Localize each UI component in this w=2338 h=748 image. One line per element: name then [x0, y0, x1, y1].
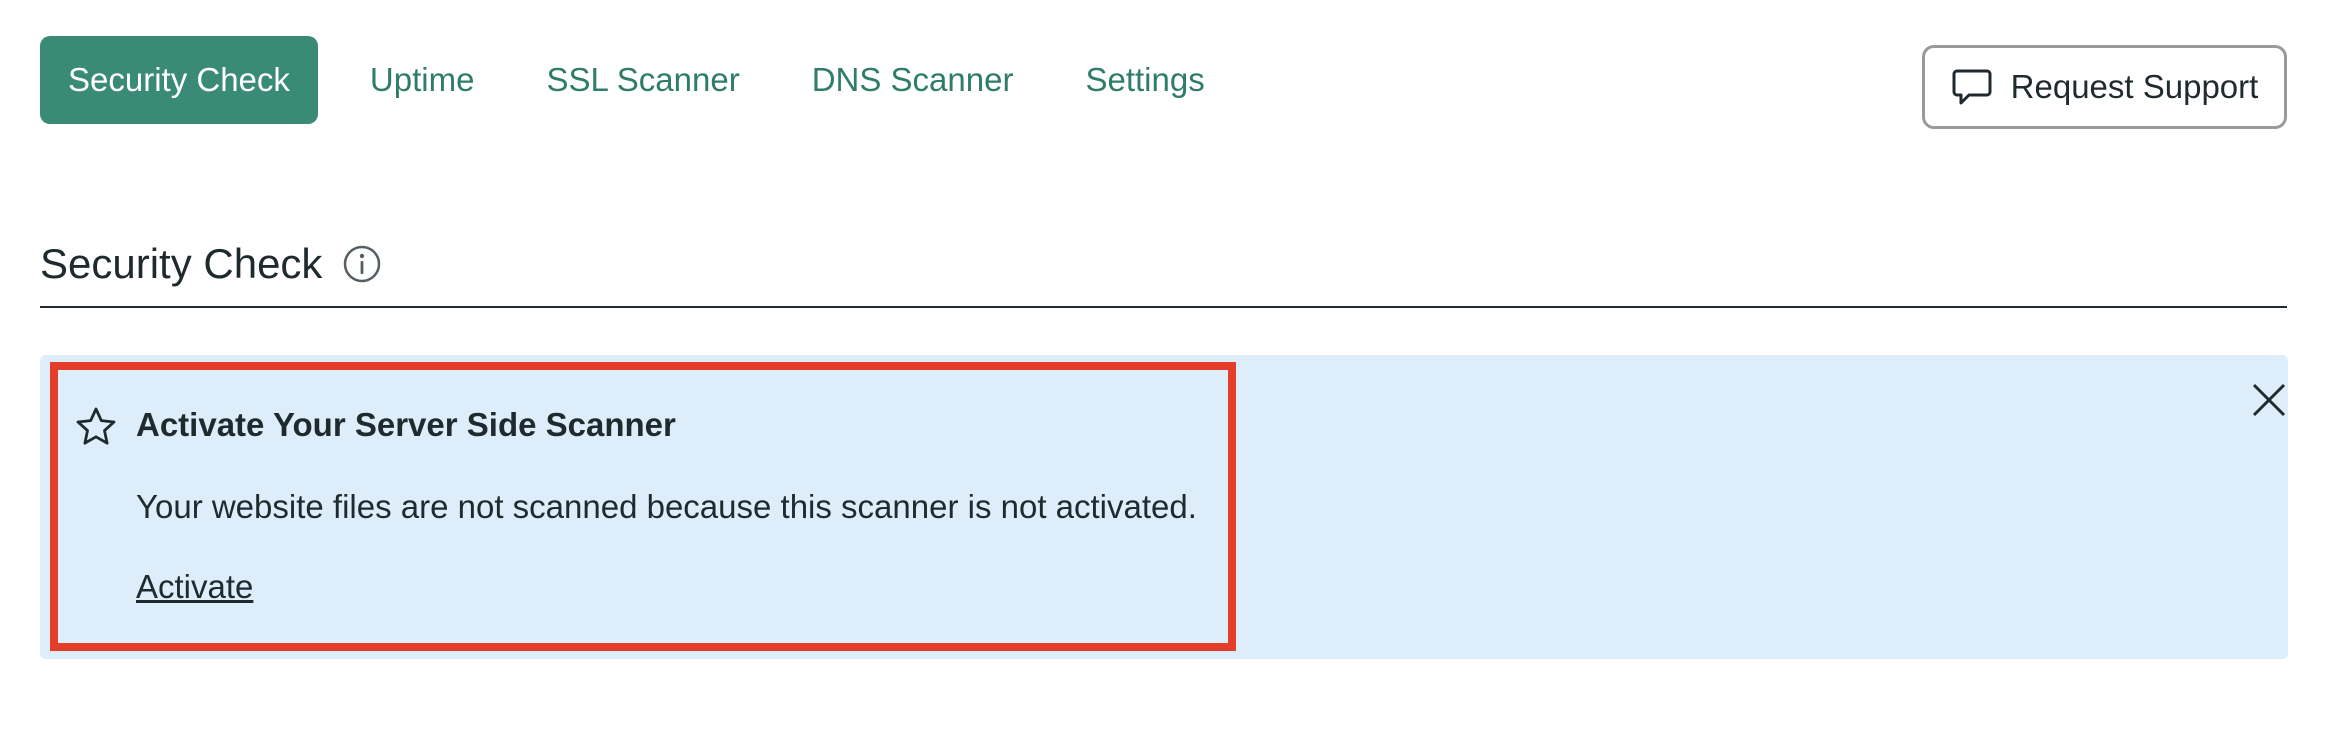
request-support-button[interactable]: Request Support — [1922, 45, 2287, 129]
tab-ssl-scanner[interactable]: SSL Scanner — [518, 36, 767, 124]
close-icon[interactable] — [2247, 378, 2291, 422]
section-header: Security Check — [40, 236, 2287, 308]
tab-dns-scanner[interactable]: DNS Scanner — [784, 36, 1042, 124]
page-title: Security Check — [40, 240, 323, 287]
info-icon[interactable] — [342, 244, 382, 284]
request-support-label: Request Support — [2010, 68, 2259, 105]
tab-settings[interactable]: Settings — [1057, 36, 1232, 124]
top-nav: Security Check Uptime SSL Scanner DNS Sc… — [40, 36, 1249, 124]
tab-security-check[interactable]: Security Check — [40, 36, 318, 124]
chat-bubble-icon — [1951, 66, 1993, 108]
star-icon — [74, 405, 118, 449]
notice-message: Your website files are not scanned becau… — [136, 488, 1197, 525]
notice-title: Activate Your Server Side Scanner — [136, 406, 676, 443]
tab-uptime[interactable]: Uptime — [342, 36, 503, 124]
activate-link[interactable]: Activate — [136, 568, 253, 606]
